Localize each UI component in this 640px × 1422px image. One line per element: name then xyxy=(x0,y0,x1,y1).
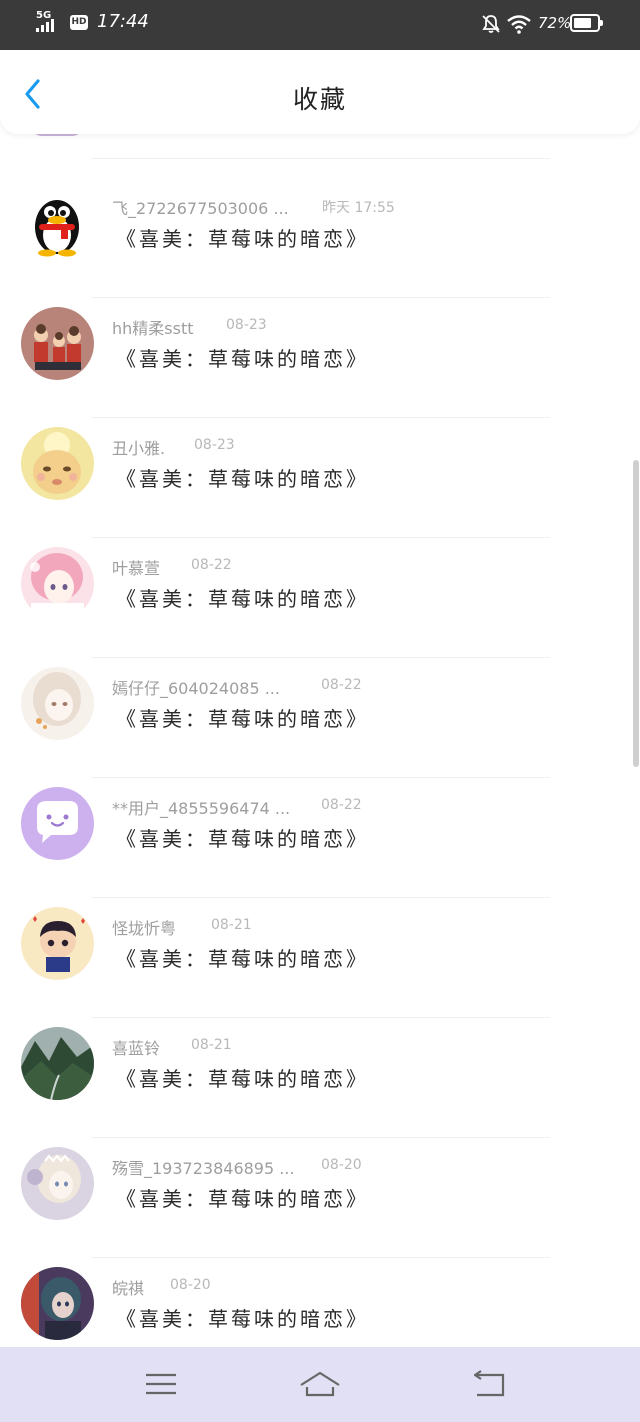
status-bar: 5G HD 17:44 72% xyxy=(0,0,640,50)
avatar[interactable] xyxy=(21,547,94,620)
timestamp: 08-22 xyxy=(321,797,362,813)
list-item[interactable]: **用户_4855596474 ... 08-22 《喜美：草莓味的暗恋》 xyxy=(0,778,640,898)
avatar[interactable] xyxy=(21,1267,94,1340)
timestamp: 08-23 xyxy=(226,317,267,333)
list-item[interactable]: 怪垅忻粤 08-21 《喜美：草莓味的暗恋》 xyxy=(0,898,640,1018)
message-text: 《喜美：草莓味的暗恋》 xyxy=(116,347,369,371)
message-text: 《喜美：草莓味的暗恋》 xyxy=(116,707,369,731)
anime-princess-avatar-icon xyxy=(21,1147,94,1220)
message-text: 《喜美：草莓味的暗恋》 xyxy=(116,827,369,851)
user-name: 叶慕萱 xyxy=(112,559,161,578)
pink-anime-girl-avatar-icon xyxy=(21,547,94,620)
signal-icon: 5G xyxy=(36,10,66,32)
avatar[interactable] xyxy=(21,787,94,860)
timestamp: 08-20 xyxy=(321,1157,362,1173)
user-name: 飞_2722677503006 ... xyxy=(112,199,289,218)
message-text: 《喜美：草莓味的暗恋》 xyxy=(116,1187,369,1211)
avatar xyxy=(30,134,84,136)
page-title: 收藏 xyxy=(292,85,347,114)
avatar[interactable] xyxy=(21,427,94,500)
mountain-landscape-avatar-icon xyxy=(21,1027,94,1100)
favorites-list[interactable]: 飞_2722677503006 ... 昨天 17:55 《喜美：草莓味的暗恋》… xyxy=(0,134,640,1347)
message-text: 《喜美：草莓味的暗恋》 xyxy=(116,947,369,971)
user-name: 皖祺 xyxy=(112,1279,145,1298)
status-time: 17:44 xyxy=(97,11,149,32)
avatar[interactable] xyxy=(21,1027,94,1100)
timestamp: 08-22 xyxy=(191,557,232,573)
timestamp: 08-21 xyxy=(191,1037,232,1053)
message-text: 《喜美：草莓味的暗恋》 xyxy=(116,227,369,251)
chat-bubble-avatar-icon xyxy=(21,787,94,860)
timestamp: 昨天 17:55 xyxy=(322,200,395,216)
user-name: **用户_4855596474 ... xyxy=(112,799,291,818)
list-item[interactable]: hh精柔sstt 08-23 《喜美：草莓味的暗恋》 xyxy=(0,298,640,418)
message-text: 《喜美：草莓味的暗恋》 xyxy=(116,1307,369,1331)
divider xyxy=(92,158,550,159)
message-text: 《喜美：草莓味的暗恋》 xyxy=(116,587,369,611)
network-type: 5G xyxy=(36,10,52,21)
hd-icon: HD xyxy=(70,15,88,30)
list-item[interactable]: 喜蓝铃 08-21 《喜美：草莓味的暗恋》 xyxy=(0,1018,640,1138)
timestamp: 08-20 xyxy=(170,1277,211,1293)
user-name: 喜蓝铃 xyxy=(112,1039,161,1058)
message-text: 《喜美：草莓味的暗恋》 xyxy=(116,1067,369,1091)
home-icon[interactable] xyxy=(299,1369,341,1401)
scrollbar[interactable] xyxy=(633,460,639,767)
anime-girl-dark-avatar-icon xyxy=(21,1267,94,1340)
user-name: hh精柔sstt xyxy=(112,319,194,338)
avatar[interactable] xyxy=(21,667,94,740)
list-item[interactable]: 皖祺 08-20 《喜美：草莓味的暗恋》 xyxy=(0,1258,640,1347)
anime-girl-avatar-icon xyxy=(21,667,94,740)
user-name: 丑小雅. xyxy=(112,439,166,458)
list-item[interactable]: 丑小雅. 08-23 《喜美：草莓味的暗恋》 xyxy=(0,418,640,538)
message-text: 《喜美：草莓味的暗恋》 xyxy=(116,467,369,491)
wifi-icon xyxy=(507,15,531,34)
user-name: 殇雪_193723846895 ... xyxy=(112,1159,295,1178)
list-item[interactable]: 嫣仔仔_604024085 ... 08-22 《喜美：草莓味的暗恋》 xyxy=(0,658,640,778)
penguin-avatar-icon xyxy=(21,187,94,260)
battery-percent: 72% xyxy=(538,14,572,32)
avatar[interactable] xyxy=(21,907,94,980)
avatar[interactable] xyxy=(21,307,94,380)
mute-bell-icon xyxy=(482,15,500,33)
list-item[interactable]: 飞_2722677503006 ... 昨天 17:55 《喜美：草莓味的暗恋》 xyxy=(0,178,640,298)
cartoon-boy-avatar-icon xyxy=(21,907,94,980)
app-header: 收藏 xyxy=(0,50,640,134)
timestamp: 08-21 xyxy=(211,917,252,933)
system-nav-bar xyxy=(0,1347,640,1422)
family-cartoon-avatar-icon xyxy=(21,307,94,380)
yellow-cartoon-avatar-icon xyxy=(21,427,94,500)
battery-icon xyxy=(570,14,603,32)
user-name: 怪垅忻粤 xyxy=(112,919,177,938)
menu-icon[interactable] xyxy=(140,1369,182,1401)
avatar[interactable] xyxy=(21,1147,94,1220)
list-item[interactable]: 殇雪_193723846895 ... 08-20 《喜美：草莓味的暗恋》 xyxy=(0,1138,640,1258)
avatar[interactable] xyxy=(21,187,94,260)
timestamp: 08-23 xyxy=(194,437,235,453)
timestamp: 08-22 xyxy=(321,677,362,693)
user-name: 嫣仔仔_604024085 ... xyxy=(112,679,280,698)
back-icon[interactable] xyxy=(467,1369,509,1401)
list-item[interactable]: 叶慕萱 08-22 《喜美：草莓味的暗恋》 xyxy=(0,538,640,658)
